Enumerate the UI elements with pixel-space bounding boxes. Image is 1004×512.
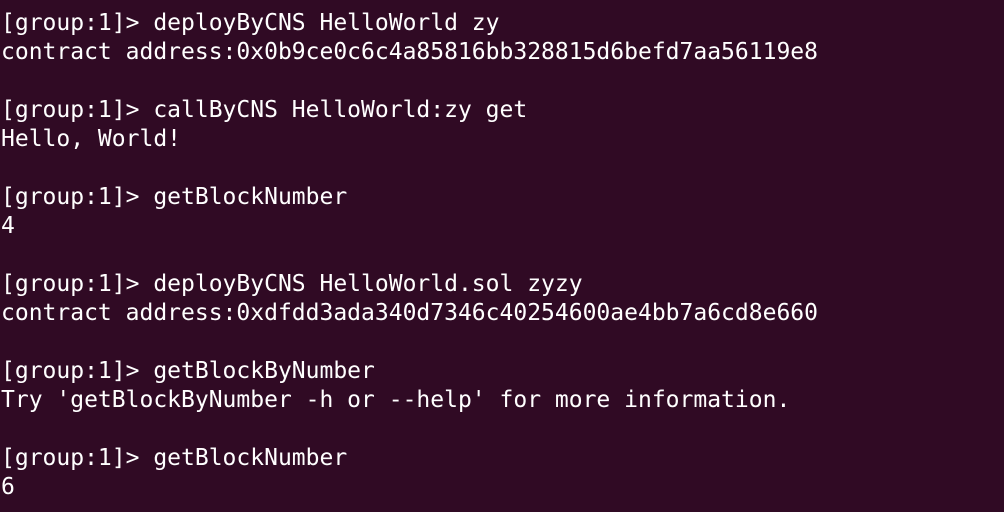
prompt-line: [group:1]> deployByCNS HelloWorld.sol zy… (1, 271, 583, 297)
output-line: Try 'getBlockByNumber -h or --help' for … (1, 387, 791, 413)
output-line: contract address:0x0b9ce0c6c4a85816bb328… (1, 39, 818, 65)
output-line: 6 (1, 474, 15, 500)
prompt-line: [group:1]> callByCNS HelloWorld:zy get (1, 97, 528, 123)
prompt-line: [group:1]> getBlockByNumber (1, 358, 375, 384)
output-line: Hello, World! (1, 126, 182, 152)
prompt-line: [group:1]> getBlockNumber (1, 184, 348, 210)
output-line: 4 (1, 213, 15, 239)
prompt-line: [group:1]> deployByCNS HelloWorld zy (1, 10, 500, 36)
terminal-window[interactable]: [group:1]> deployByCNS HelloWorld zy con… (0, 0, 1004, 512)
prompt-line: [group:1]> getBlockNumber (1, 445, 348, 471)
output-line: contract address:0xdfdd3ada340d7346c4025… (1, 300, 818, 326)
